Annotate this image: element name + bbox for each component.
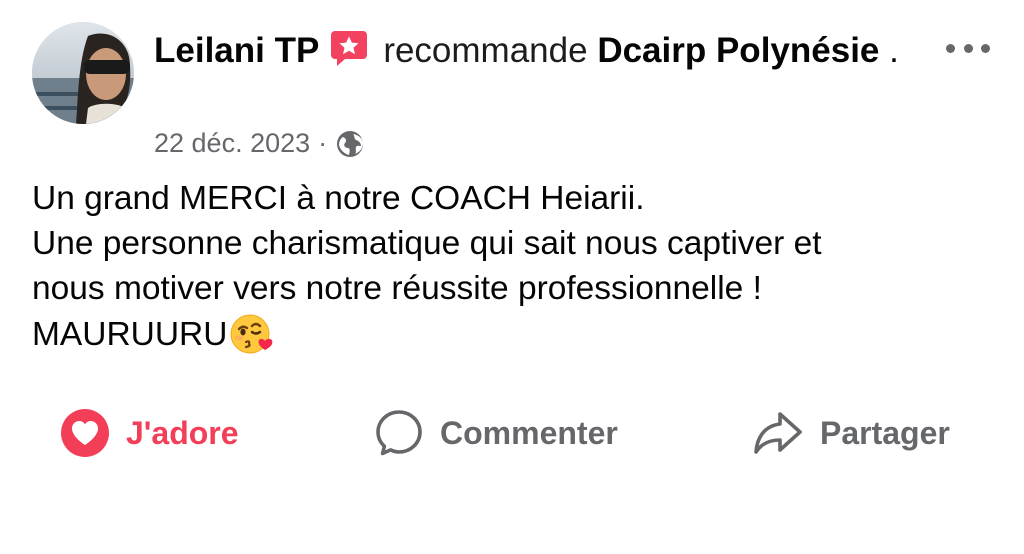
share-arrow-icon bbox=[754, 412, 802, 454]
post-text-line: Une personne charismatique qui sait nous… bbox=[32, 225, 822, 262]
post-actions-bar: J'adore Commenter Partager bbox=[0, 404, 1024, 462]
love-reaction-button[interactable]: J'adore bbox=[60, 404, 239, 462]
recommendation-star-icon bbox=[331, 31, 368, 66]
avatar-photo bbox=[32, 22, 134, 124]
heart-icon bbox=[61, 409, 109, 457]
share-button[interactable]: Partager bbox=[752, 404, 950, 462]
recommendation-post: Leilani TP recommande Dcairp Polynésie .… bbox=[0, 0, 1024, 554]
post-header: Leilani TP recommande Dcairp Polynésie . bbox=[154, 26, 934, 76]
post-text-line: Un grand MERCI à notre COACH Heiarii. bbox=[32, 180, 645, 217]
author-name[interactable]: Leilani TP bbox=[154, 31, 319, 70]
post-text: Un grand MERCI à notre COACH Heiarii. Un… bbox=[32, 176, 992, 357]
comment-button[interactable]: Commenter bbox=[374, 404, 618, 462]
post-date[interactable]: 22 déc. 2023 bbox=[154, 128, 310, 159]
page-name[interactable]: Dcairp Polynésie bbox=[597, 31, 879, 70]
post-text-last-line: MAURUURU bbox=[32, 311, 992, 357]
more-options-icon[interactable] bbox=[946, 30, 990, 66]
post-text-line: nous motiver vers notre réussite profess… bbox=[32, 270, 762, 307]
share-label: Partager bbox=[820, 414, 950, 451]
meta-separator: · bbox=[318, 128, 328, 158]
globe-icon bbox=[337, 130, 364, 157]
speech-bubble-icon bbox=[376, 410, 422, 456]
recommend-verb: recommande bbox=[383, 31, 588, 70]
face-throwing-kiss-emoji bbox=[230, 314, 273, 354]
love-label: J'adore bbox=[126, 414, 239, 451]
post-text-line: MAURUURU bbox=[32, 316, 228, 353]
post-meta: 22 déc. 2023 · bbox=[154, 128, 365, 159]
comment-label: Commenter bbox=[440, 414, 618, 451]
avatar[interactable] bbox=[32, 22, 134, 124]
trailing-period: . bbox=[889, 31, 899, 70]
